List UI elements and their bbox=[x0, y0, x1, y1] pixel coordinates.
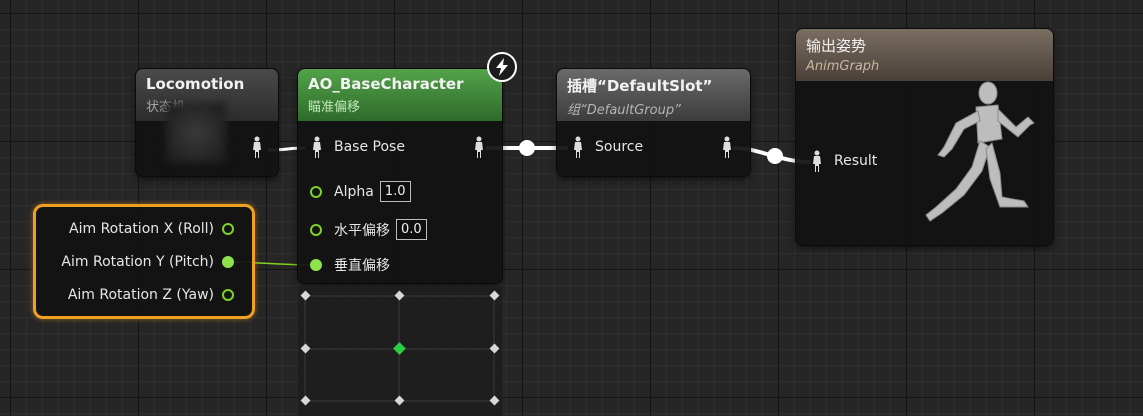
aim-offset-node[interactable]: AO_BaseCharacter 瞄准偏移 Base Pose Alpha 1.… bbox=[298, 69, 502, 283]
state-machine-preview bbox=[166, 103, 226, 163]
node-header: AO_BaseCharacter 瞄准偏移 bbox=[298, 69, 502, 121]
alpha-value-input[interactable]: 1.0 bbox=[379, 181, 411, 202]
result-pin[interactable]: Result bbox=[810, 150, 877, 172]
aim-rotation-z-pin[interactable]: Aim Rotation Z (Yaw) bbox=[68, 287, 234, 303]
pose-output-pin-icon[interactable] bbox=[720, 136, 734, 158]
lightning-icon[interactable] bbox=[487, 52, 517, 82]
slot-node[interactable]: 插槽“DefaultSlot” 组“DefaultGroup” Source bbox=[557, 69, 750, 176]
node-subtitle: AnimGraph bbox=[806, 59, 880, 74]
pin-label: 水平偏移 bbox=[334, 222, 390, 239]
alpha-pin[interactable]: Alpha 1.0 bbox=[310, 181, 411, 202]
horizontal-offset-value-input[interactable]: 0.0 bbox=[396, 219, 427, 240]
pose-output-pin-icon[interactable] bbox=[472, 136, 486, 158]
output-pose-node[interactable]: 输出姿势 AnimGraph Result bbox=[796, 29, 1053, 245]
pin-label: 垂直偏移 bbox=[334, 258, 390, 274]
float-pin-icon[interactable] bbox=[222, 289, 234, 301]
pin-label: Alpha bbox=[334, 183, 374, 200]
break-rotator-node[interactable]: Aim Rotation X (Roll) Aim Rotation Y (Pi… bbox=[33, 204, 255, 319]
node-title: 输出姿势 bbox=[806, 37, 867, 55]
node-title: AO_BaseCharacter bbox=[308, 75, 464, 93]
pin-label: Aim Rotation X (Roll) bbox=[69, 221, 214, 237]
aim-rotation-y-pin[interactable]: Aim Rotation Y (Pitch) bbox=[61, 254, 234, 270]
blendspace-preview bbox=[298, 286, 502, 416]
pin-label: Aim Rotation Y (Pitch) bbox=[61, 254, 214, 270]
pin-label: Base Pose bbox=[334, 139, 405, 155]
locomotion-node[interactable]: Locomotion 状态机 bbox=[136, 69, 278, 176]
base-pose-pin[interactable]: Base Pose bbox=[310, 136, 405, 158]
aim-rotation-x-pin[interactable]: Aim Rotation X (Roll) bbox=[69, 221, 234, 237]
pose-input-pin-icon[interactable] bbox=[810, 150, 824, 172]
node-title: Locomotion bbox=[146, 75, 245, 93]
pose-output-pin-icon[interactable] bbox=[250, 136, 264, 158]
node-subtitle: 瞄准偏移 bbox=[308, 100, 361, 115]
pin-label: Source bbox=[595, 139, 644, 155]
node-title: 插槽“DefaultSlot” bbox=[567, 77, 713, 95]
pose-input-pin-icon[interactable] bbox=[310, 136, 324, 158]
node-subtitle: 组“DefaultGroup” bbox=[567, 103, 681, 118]
wire-knot[interactable] bbox=[767, 148, 783, 164]
float-pin-icon[interactable] bbox=[310, 185, 322, 198]
pin-label: Result bbox=[834, 153, 878, 169]
float-pin-icon[interactable] bbox=[222, 223, 234, 235]
pin-label: Aim Rotation Z (Yaw) bbox=[67, 287, 214, 303]
pose-input-pin-icon[interactable] bbox=[571, 136, 585, 158]
source-pin[interactable]: Source bbox=[571, 136, 643, 158]
vertical-offset-pin[interactable]: 垂直偏移 bbox=[310, 255, 390, 275]
horizontal-offset-pin[interactable]: 水平偏移 0.0 bbox=[310, 219, 427, 240]
float-pin-icon-connected[interactable] bbox=[222, 256, 234, 268]
float-pin-icon[interactable] bbox=[310, 223, 322, 236]
wire-knot[interactable] bbox=[519, 140, 535, 156]
float-pin-icon-connected[interactable] bbox=[310, 259, 322, 271]
running-mannequin-icon bbox=[925, 81, 1035, 222]
node-header: 插槽“DefaultSlot” 组“DefaultGroup” bbox=[557, 69, 750, 121]
node-header: 输出姿势 AnimGraph bbox=[796, 29, 1053, 81]
